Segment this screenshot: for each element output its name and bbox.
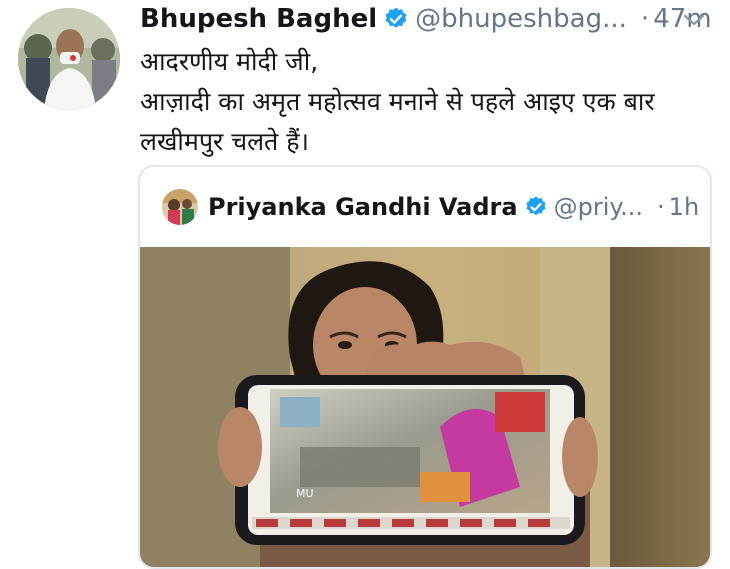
quoted-header-separator: · xyxy=(657,193,665,221)
quoted-tweet-card[interactable]: Priyanka Gandhi Vadra @priy... · 1h MU xyxy=(138,165,712,569)
author-name[interactable]: Bhupesh Baghel xyxy=(140,4,377,34)
quoted-tweet-media[interactable]: MU xyxy=(140,247,710,567)
quoted-author-handle[interactable]: @priy... xyxy=(554,193,643,221)
media-overlay-text: MU xyxy=(296,487,314,500)
header-separator: · xyxy=(640,4,650,34)
quoted-tweet-timestamp[interactable]: 1h xyxy=(669,193,699,221)
chevron-down-icon[interactable] xyxy=(682,8,706,36)
author-avatar-image xyxy=(18,8,120,110)
author-avatar[interactable] xyxy=(18,8,120,110)
quoted-tweet-header: Priyanka Gandhi Vadra @priy... · 1h xyxy=(162,187,699,227)
author-handle[interactable]: @bhupeshbag... xyxy=(415,4,627,34)
media-photo xyxy=(140,247,710,567)
quoted-author-avatar[interactable] xyxy=(162,189,198,225)
tweet-text: आदरणीय मोदी जी, आज़ादी का अमृत महोत्सव म… xyxy=(140,47,655,156)
tweet-header: Bhupesh Baghel @bhupeshbag... · 47m xyxy=(140,2,712,36)
quoted-author-name[interactable]: Priyanka Gandhi Vadra xyxy=(208,193,518,221)
quoted-verified-badge-icon xyxy=(524,195,548,219)
verified-badge-icon xyxy=(383,6,409,32)
